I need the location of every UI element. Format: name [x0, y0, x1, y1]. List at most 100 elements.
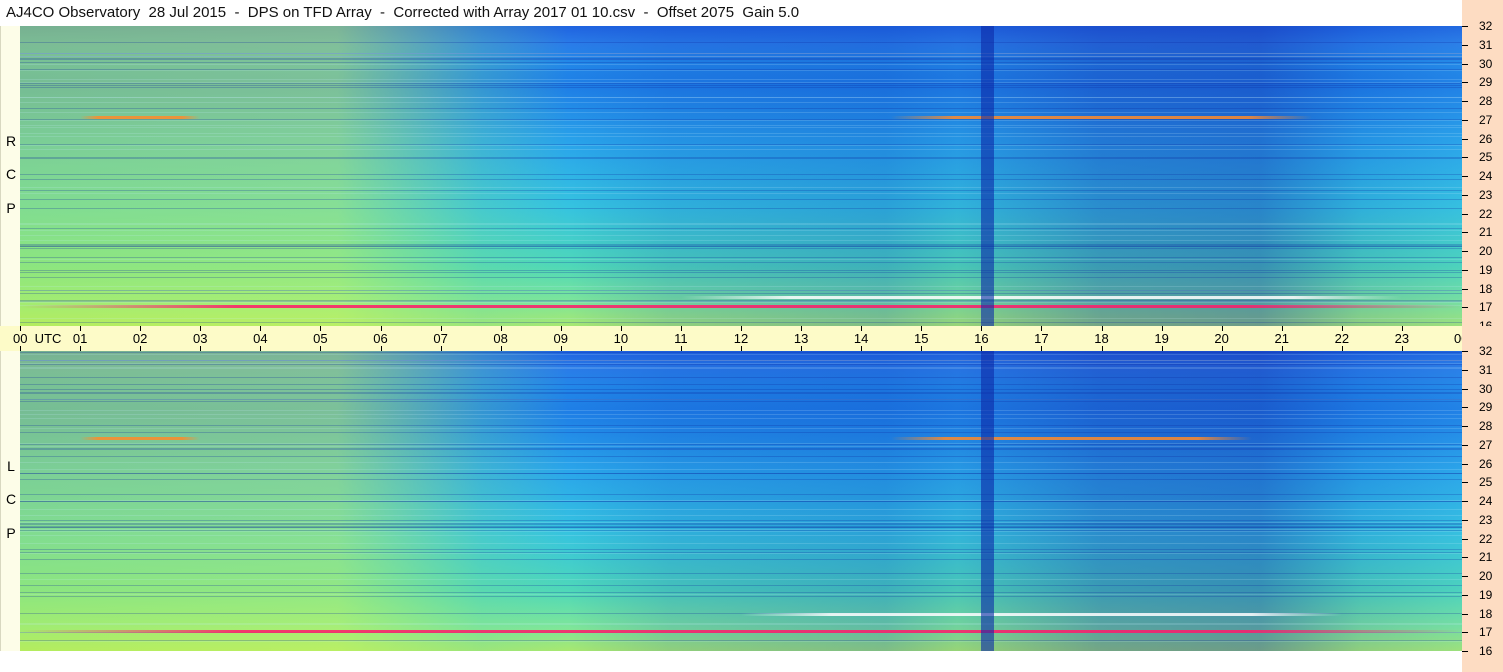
- emission-band: [741, 613, 1342, 617]
- noise-stripe: [20, 229, 1462, 231]
- noise-stripe: [20, 521, 1462, 523]
- rcp-label-c: C: [5, 166, 17, 182]
- freq-tick-mark: [1462, 251, 1468, 252]
- time-tick-label: 20: [1214, 331, 1229, 346]
- noise-stripe: [20, 448, 1462, 450]
- rcp-label-p: P: [6, 200, 16, 216]
- noise-stripe: [20, 290, 1462, 292]
- freq-tick-mark: [1462, 101, 1468, 102]
- noise-stripe: [20, 157, 1462, 159]
- noise-stripe: [20, 446, 1462, 448]
- time-tick-mark: [801, 326, 803, 331]
- noise-stripe: [20, 87, 1462, 89]
- noise-stripe: [20, 292, 1462, 294]
- lcp-label-l: L: [7, 458, 15, 474]
- freq-tick-label: 22: [1479, 531, 1493, 546]
- noise-stripe: [20, 322, 1462, 324]
- noise-stripe: [20, 623, 1462, 625]
- emission-band: [891, 115, 1312, 119]
- time-tick-label: 04: [253, 331, 268, 346]
- noise-stripe: [20, 461, 1462, 463]
- noise-stripe: [20, 247, 1462, 249]
- time-tick-mark: [200, 326, 202, 331]
- emission-band: [891, 437, 1252, 441]
- noise-stripe: [20, 111, 1462, 113]
- freq-tick-label: 21: [1479, 550, 1493, 565]
- freq-tick-label: 28: [1479, 94, 1493, 108]
- freq-tick-mark: [1462, 519, 1468, 521]
- time-axis: 00 UTC 01 02 03 04 05 06 07 08 09 10 11 12 13 14 15 16 17…: [0, 326, 1499, 351]
- noise-stripe: [20, 432, 1462, 434]
- time-tick-label: 12: [733, 331, 749, 346]
- noise-stripe: [20, 79, 1462, 81]
- noise-stripe: [20, 257, 1462, 259]
- noise-stripe: [20, 377, 1462, 378]
- noise-stripe: [20, 301, 1462, 303]
- noise-stripe: [20, 351, 1462, 353]
- noise-stripe: [20, 579, 1462, 581]
- noise-stripe: [20, 363, 1462, 365]
- freq-tick-label: 19: [1479, 587, 1493, 602]
- freq-tick-mark: [1462, 576, 1468, 577]
- noise-stripe: [20, 392, 1462, 394]
- noise-stripe: [20, 101, 1462, 103]
- time-tick-mark: [20, 326, 21, 331]
- noise-stripe: [20, 276, 1462, 278]
- noise-stripe: [20, 285, 1462, 287]
- noise-stripe: [20, 641, 1462, 643]
- freq-tick-label: 30: [1479, 56, 1493, 71]
- lcp-side-strip: L C P: [0, 351, 21, 651]
- freq-tick-label: 20: [1479, 569, 1493, 583]
- time-tick-mark: [1281, 326, 1283, 331]
- chart-title: AJ4CO Observatory 28 Jul 2015 - DPS on T…: [0, 0, 1462, 25]
- rcp-features: [20, 26, 1462, 326]
- noise-stripe: [20, 126, 1462, 128]
- noise-stripe: [20, 207, 1462, 209]
- freq-tick-mark: [1462, 44, 1468, 46]
- noise-stripe: [20, 551, 1462, 553]
- freq-tick-label: 31: [1479, 362, 1493, 377]
- freq-tick-mark: [1462, 157, 1468, 159]
- noise-stripe: [20, 473, 1462, 475]
- noise-stripe: [20, 558, 1462, 560]
- time-tick-mark: [320, 326, 322, 331]
- time-tick-label: 03: [193, 331, 208, 346]
- time-tick-label: 23: [1394, 331, 1410, 346]
- emission-band: [680, 295, 1402, 299]
- noise-stripe: [20, 42, 1462, 43]
- freq-tick-label: 24: [1479, 494, 1493, 508]
- time-tick-mark: [861, 326, 863, 331]
- noise-stripe: [20, 528, 1462, 530]
- freq-tick-mark: [1462, 26, 1468, 27]
- freq-tick-mark: [1462, 594, 1468, 596]
- freq-tick-mark: [1462, 444, 1468, 446]
- noise-stripe: [20, 58, 1462, 60]
- time-tick-mark: [1161, 326, 1163, 331]
- noise-stripe: [20, 501, 1462, 503]
- time-tick-label: 02: [132, 331, 148, 346]
- rcp-label-r: R: [5, 133, 17, 149]
- freq-tick-label: 24: [1479, 169, 1493, 183]
- noise-stripe: [20, 572, 1462, 574]
- noise-stripe: [20, 542, 1462, 544]
- noise-stripe: [20, 444, 1462, 446]
- freq-tick-mark: [1462, 369, 1468, 371]
- freq-tick-mark: [1462, 426, 1468, 427]
- noise-stripe: [20, 428, 1462, 430]
- noise-stripe: [20, 515, 1462, 517]
- freq-tick-label: 27: [1479, 112, 1493, 127]
- noise-stripe: [20, 133, 1462, 135]
- time-tick-label: 17: [1034, 331, 1049, 346]
- freq-tick-label: 26: [1479, 131, 1493, 146]
- freq-tick-mark: [1462, 651, 1468, 652]
- freq-tick-mark: [1462, 463, 1468, 465]
- time-tick-mark: [500, 326, 502, 331]
- freq-tick-label: 32: [1479, 19, 1493, 33]
- freq-tick-mark: [1462, 632, 1468, 634]
- time-tick-label: 01: [72, 331, 88, 346]
- lcp-frequency-axis: 32 31 30 29 28 27 26 25 24 23 22 21 20 19 18 17 16: [1462, 326, 1503, 672]
- freq-tick-label: 32: [1479, 344, 1493, 358]
- freq-tick-label: 25: [1479, 475, 1493, 490]
- noise-stripe: [20, 524, 1462, 526]
- noise-stripe: [20, 367, 1462, 369]
